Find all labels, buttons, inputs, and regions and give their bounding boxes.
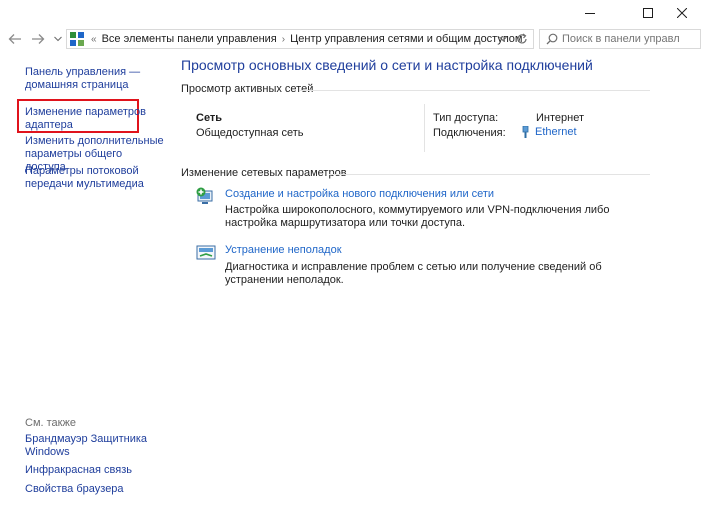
- ethernet-connection-link[interactable]: Ethernet: [522, 126, 577, 138]
- sidebar-link-firewall[interactable]: Брандмауэр Защитника Windows: [25, 433, 165, 459]
- back-button[interactable]: [6, 30, 24, 48]
- minimize-button[interactable]: [567, 0, 613, 26]
- change-settings-heading: Изменение сетевых параметров: [181, 167, 347, 179]
- page-title: Просмотр основных сведений о сети и наст…: [181, 57, 593, 73]
- close-button[interactable]: [659, 0, 705, 26]
- search-icon: [546, 33, 558, 45]
- close-icon: [677, 8, 687, 18]
- arrow-left-icon: [8, 34, 21, 44]
- sidebar-link-home[interactable]: Панель управления — домашняя страница: [25, 66, 165, 92]
- refresh-icon[interactable]: [515, 32, 529, 46]
- sidebar: Панель управления — домашняя страница Из…: [0, 52, 170, 511]
- new-connection-description: Настройка широкополосного, коммутируемог…: [225, 204, 610, 229]
- ethernet-icon: [522, 126, 529, 138]
- breadcrumb-all-items[interactable]: Все элементы панели управления: [102, 33, 277, 45]
- search-box[interactable]: [539, 29, 701, 49]
- troubleshoot-icon: [196, 243, 216, 263]
- control-panel-icon: [69, 31, 85, 47]
- sidebar-link-browser-properties[interactable]: Свойства браузера: [25, 483, 165, 496]
- chevron-down-icon: [54, 36, 62, 42]
- troubleshoot-link[interactable]: Устранение неполадок: [225, 244, 342, 256]
- active-networks-heading: Просмотр активных сетей: [181, 83, 314, 95]
- maximize-icon: [643, 8, 653, 18]
- breadcrumb-network-center[interactable]: Центр управления сетями и общим доступом: [290, 33, 522, 45]
- address-bar[interactable]: « Все элементы панели управления › Центр…: [66, 29, 534, 49]
- address-dropdown-icon[interactable]: [497, 33, 509, 45]
- divider: [300, 90, 650, 91]
- network-category: Общедоступная сеть: [196, 127, 304, 139]
- network-name: Сеть: [196, 112, 223, 124]
- sidebar-link-adapter-settings[interactable]: Изменение параметров адаптера: [25, 106, 165, 132]
- minimize-icon: [585, 13, 595, 14]
- sidebar-link-media-streaming[interactable]: Параметры потоковой передачи мультимедиа: [25, 165, 165, 191]
- new-connection-icon: [196, 187, 216, 207]
- access-type-value: Интернет: [536, 112, 584, 124]
- arrow-right-icon: [32, 34, 45, 44]
- access-type-label: Тип доступа:: [433, 112, 499, 124]
- breadcrumb-overflow-icon[interactable]: «: [91, 34, 97, 45]
- title-bar: [0, 0, 705, 26]
- search-input[interactable]: [540, 30, 680, 48]
- breadcrumb-separator-icon[interactable]: ›: [282, 34, 285, 45]
- divider: [329, 174, 650, 175]
- navigation-bar: « Все элементы панели управления › Центр…: [0, 26, 705, 52]
- sidebar-link-infrared[interactable]: Инфракрасная связь: [25, 464, 165, 477]
- connections-label: Подключения:: [433, 127, 506, 139]
- troubleshoot-description: Диагностика и исправление проблем с сеть…: [225, 261, 602, 286]
- divider: [424, 104, 425, 152]
- forward-button[interactable]: [29, 30, 47, 48]
- see-also-heading: См. также: [25, 417, 76, 429]
- new-connection-link[interactable]: Создание и настройка нового подключения …: [225, 188, 494, 200]
- recent-locations-button[interactable]: [52, 30, 64, 48]
- ethernet-label[interactable]: Ethernet: [535, 126, 577, 138]
